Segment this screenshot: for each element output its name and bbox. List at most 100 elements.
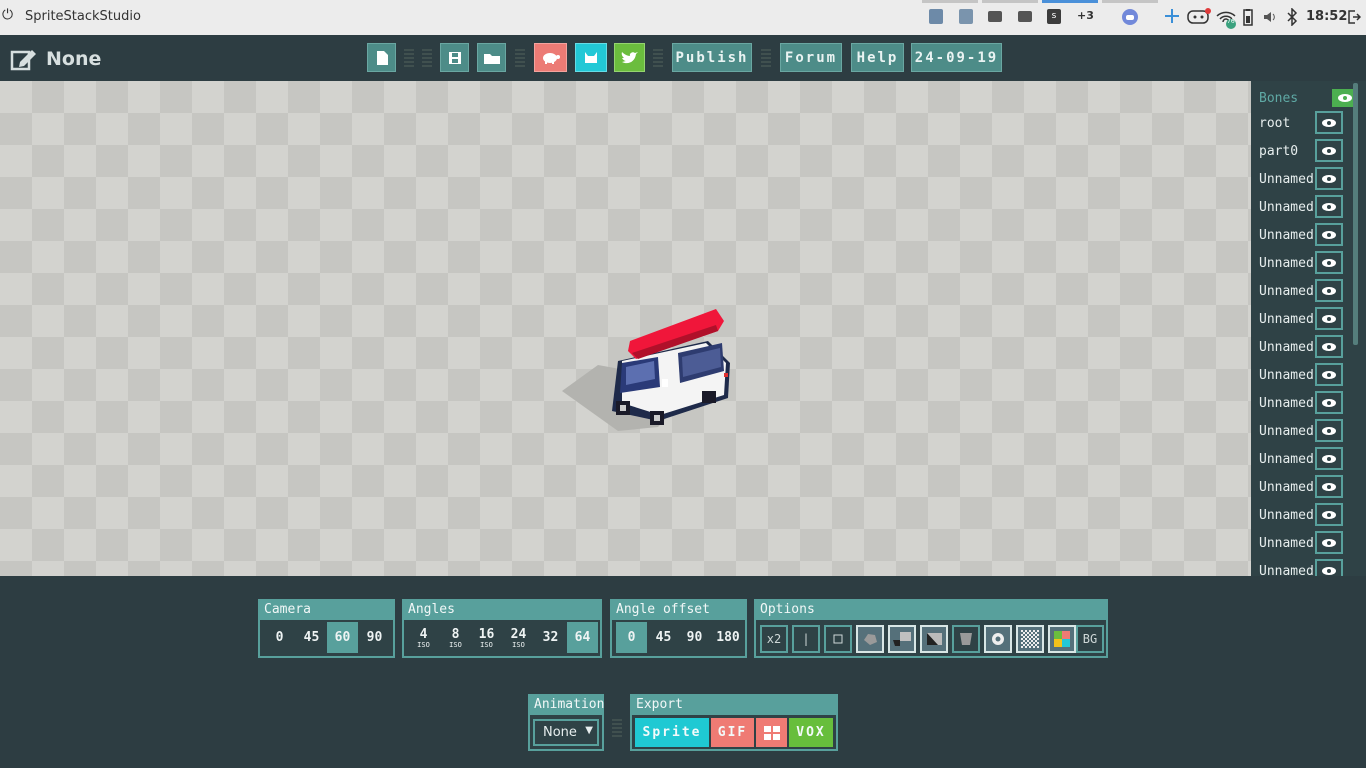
bone-row[interactable]: root (1251, 109, 1357, 137)
bone-visibility-toggle[interactable] (1315, 559, 1343, 576)
bone-visibility-toggle[interactable] (1315, 251, 1343, 274)
bone-row[interactable]: Unnamed (1251, 193, 1357, 221)
twitter-button[interactable] (614, 43, 645, 72)
bone-visibility-toggle[interactable] (1315, 167, 1343, 190)
bone-row[interactable]: part0 (1251, 137, 1357, 165)
bone-row[interactable]: Unnamed (1251, 529, 1357, 557)
bone-name[interactable]: Unnamed (1259, 396, 1314, 411)
bone-visibility-toggle[interactable] (1315, 363, 1343, 386)
volume-icon[interactable] (1262, 9, 1278, 25)
bone-name[interactable]: Unnamed (1259, 536, 1314, 551)
export-vox-button[interactable]: VOX (789, 718, 833, 747)
bone-row[interactable]: Unnamed (1251, 277, 1357, 305)
sprite-viewport-canvas[interactable] (0, 81, 1251, 576)
bone-name[interactable]: Unnamed (1259, 172, 1314, 187)
bone-visibility-toggle[interactable] (1315, 195, 1343, 218)
save-button[interactable] (440, 43, 469, 72)
bone-visibility-toggle[interactable] (1315, 111, 1343, 134)
bone-name[interactable]: Unnamed (1259, 228, 1314, 243)
light-direction-button[interactable] (920, 625, 948, 653)
game-controller-icon[interactable] (1186, 7, 1212, 27)
bones-scrollbar[interactable] (1353, 83, 1358, 345)
angles-option-selected[interactable]: 64 (567, 622, 598, 653)
bone-row[interactable]: Unnamed (1251, 501, 1357, 529)
angles-option[interactable]: 4 ISO (408, 622, 439, 653)
bone-name[interactable]: Unnamed (1259, 312, 1314, 327)
project-name[interactable]: None (46, 48, 101, 70)
palette-button[interactable] (1048, 625, 1076, 653)
bone-row[interactable]: Unnamed (1251, 333, 1357, 361)
bone-row[interactable]: Unnamed (1251, 417, 1357, 445)
divider-toggle-button[interactable]: | (792, 625, 820, 653)
bone-visibility-toggle[interactable] (1315, 447, 1343, 470)
export-spritesheet-button[interactable] (756, 718, 787, 747)
clock[interactable]: 18:52 (1306, 9, 1347, 24)
power-icon[interactable]: ⏻ (2, 8, 16, 22)
camera-option[interactable]: 0 (264, 622, 295, 653)
outline-toggle-button[interactable] (824, 625, 852, 653)
discord-icon[interactable] (1121, 8, 1139, 26)
bone-name[interactable]: root (1259, 116, 1290, 131)
file-manager-task-icon[interactable] (929, 9, 943, 24)
bone-name[interactable]: Unnamed (1259, 368, 1314, 383)
terminal-task-icon[interactable] (1018, 11, 1032, 22)
camera-option[interactable]: 90 (359, 622, 390, 653)
bone-visibility-toggle[interactable] (1315, 223, 1343, 246)
bone-visibility-toggle[interactable] (1315, 307, 1343, 330)
animation-select[interactable]: None ▼ (533, 719, 599, 746)
angle-offset-option[interactable]: 180 (711, 622, 745, 653)
version-date-button[interactable]: 24-09-19 (911, 43, 1002, 72)
angles-option[interactable]: 32 (535, 622, 566, 653)
logout-icon[interactable] (1347, 9, 1361, 25)
camera-option[interactable]: 45 (296, 622, 327, 653)
file-manager-task-icon[interactable] (959, 9, 973, 24)
bone-name[interactable]: Unnamed (1259, 452, 1314, 467)
angle-offset-option[interactable]: 45 (648, 622, 679, 653)
shading-toggle-button[interactable] (856, 625, 884, 653)
help-button[interactable]: Help (851, 43, 904, 72)
edit-icon[interactable] (10, 47, 38, 71)
bone-name[interactable]: Unnamed (1259, 564, 1314, 576)
bone-name[interactable]: Unnamed (1259, 340, 1314, 355)
bone-row[interactable]: Unnamed (1251, 473, 1357, 501)
lighting-button[interactable] (984, 625, 1012, 653)
bone-visibility-toggle[interactable] (1315, 475, 1343, 498)
cat-button[interactable] (575, 43, 607, 72)
pedestal-toggle-button[interactable] (952, 625, 980, 653)
more-tasks-label[interactable]: +3 (1077, 9, 1094, 22)
new-file-button[interactable] (367, 43, 396, 72)
angles-option[interactable]: 8 ISO (440, 622, 471, 653)
angles-option[interactable]: 24 ISO (503, 622, 534, 653)
battery-icon[interactable] (1242, 8, 1254, 26)
bone-row[interactable]: Unnamed (1251, 165, 1357, 193)
open-folder-button[interactable] (477, 43, 506, 72)
bone-name[interactable]: Unnamed (1259, 508, 1314, 523)
bone-visibility-toggle[interactable] (1315, 531, 1343, 554)
publish-button[interactable]: Publish (672, 43, 752, 72)
bone-row[interactable]: Unnamed (1251, 557, 1357, 576)
bone-name[interactable]: Unnamed (1259, 424, 1314, 439)
bone-row[interactable]: Unnamed (1251, 361, 1357, 389)
forum-button[interactable]: Forum (780, 43, 842, 72)
bone-visibility-toggle[interactable] (1315, 503, 1343, 526)
bone-row[interactable]: Unnamed (1251, 249, 1357, 277)
export-gif-button[interactable]: GIF (711, 718, 754, 747)
bone-visibility-toggle[interactable] (1315, 419, 1343, 442)
bone-row[interactable]: Unnamed (1251, 389, 1357, 417)
checker-background-button[interactable] (1016, 625, 1044, 653)
camera-option-selected[interactable]: 60 (327, 622, 358, 653)
angle-offset-option[interactable]: 90 (679, 622, 710, 653)
bone-visibility-toggle[interactable] (1315, 335, 1343, 358)
bone-name[interactable]: part0 (1259, 144, 1298, 159)
export-sprite-button[interactable]: Sprite (635, 718, 709, 747)
terminal-task-icon[interactable] (988, 11, 1002, 22)
plus-icon[interactable] (1164, 8, 1180, 24)
bone-row[interactable]: Unnamed (1251, 221, 1357, 249)
bone-visibility-toggle[interactable] (1315, 279, 1343, 302)
bone-name[interactable]: Unnamed (1259, 480, 1314, 495)
bluetooth-icon[interactable] (1286, 8, 1298, 26)
sprite-app-task-icon[interactable]: s (1047, 9, 1061, 24)
angles-option[interactable]: 16 ISO (471, 622, 502, 653)
bone-name[interactable]: Unnamed (1259, 284, 1314, 299)
angle-offset-option-selected[interactable]: 0 (616, 622, 647, 653)
